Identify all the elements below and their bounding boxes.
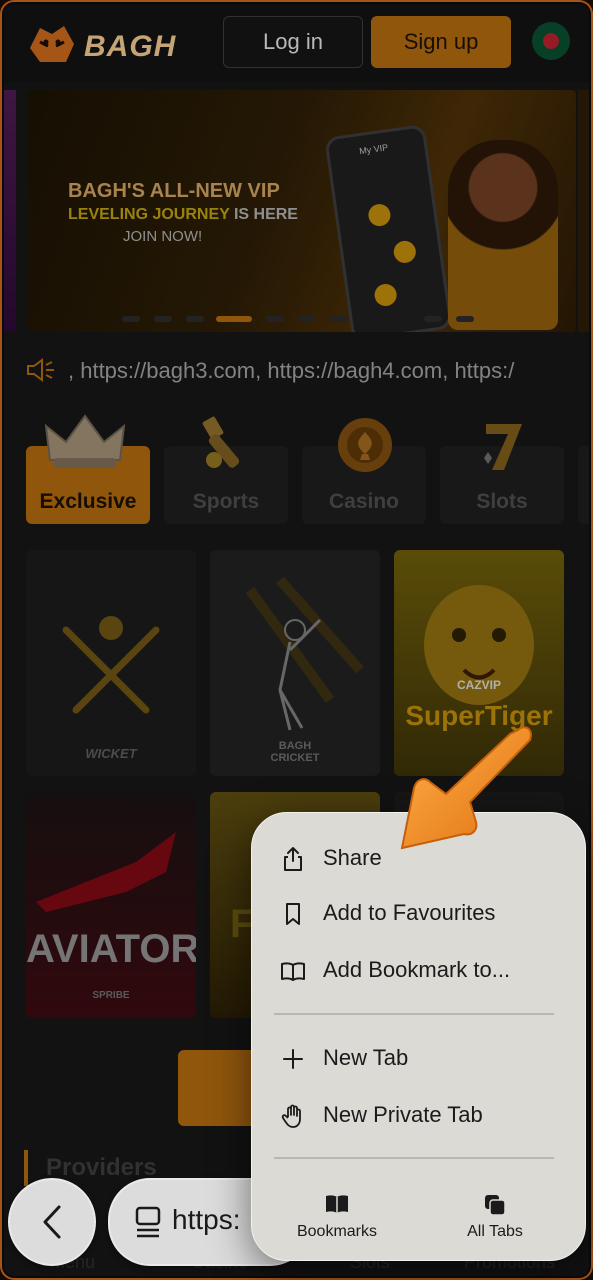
bagh-logo[interactable]: BAGH <box>26 18 175 68</box>
game-brand-cazvip: CAZVIP <box>456 678 501 692</box>
category-tabs: Exclusive Sports Casino Slots <box>4 404 589 534</box>
browser-context-menu: Share Add to Favourites Add Bookmark to.… <box>251 812 586 1261</box>
phone-illustration: My VIP <box>324 123 453 332</box>
menu-item-add-to-favourites[interactable]: Add to Favourites <box>252 888 585 938</box>
tabs-icon <box>485 1195 506 1216</box>
book-open-icon <box>281 962 305 981</box>
chevron-left-icon <box>43 1205 61 1239</box>
logo-text: BAGH <box>84 30 177 63</box>
site-header: BAGH Log in Sign up <box>4 4 589 82</box>
share-icon <box>284 847 302 871</box>
hand-icon <box>281 1104 301 1128</box>
banner-next-slide <box>578 90 589 332</box>
marquee-text: , https://bagh3.com, https://bagh4.com, … <box>68 358 515 383</box>
speaker-icon <box>27 358 54 382</box>
character-illustration <box>448 140 558 330</box>
game-brand-spribe: SPRIBE <box>92 990 130 1001</box>
game-tile-aviator[interactable]: AVIATOR SPRIBE <box>26 792 196 1018</box>
menu-all-tabs-button[interactable]: All Tabs <box>430 1189 560 1249</box>
banner-cta-text: JOIN NOW! <box>123 228 203 245</box>
url-text: https: <box>172 1204 241 1235</box>
tab-more-partial[interactable] <box>578 446 589 524</box>
tiger-head-icon <box>30 26 74 62</box>
game-tile-wicket[interactable]: WICKET <box>26 550 196 776</box>
menu-item-new-tab[interactable]: New Tab <box>252 1033 585 1083</box>
back-button[interactable] <box>8 1178 96 1266</box>
game-title-wicket: WICKET <box>85 746 137 761</box>
bookmark-icon <box>286 903 300 925</box>
game-title-bagh-cricket: BAGH CRICKET <box>270 740 320 764</box>
login-button[interactable]: Log in <box>223 16 363 68</box>
banner-prev-slide <box>4 90 16 332</box>
signup-button[interactable]: Sign up <box>371 16 511 68</box>
casino-chip-icon <box>338 418 392 472</box>
menu-separator <box>274 1013 554 1015</box>
cricket-bat-icon <box>202 416 240 468</box>
slot-seven-icon <box>484 424 522 470</box>
menu-bookmarks-button[interactable]: Bookmarks <box>272 1189 402 1249</box>
banner-subline: LEVELING JOURNEY IS HERE <box>68 206 298 223</box>
game-tile-bagh-cricket[interactable]: BAGH CRICKET <box>210 550 380 776</box>
page-menu-icon <box>135 1206 161 1238</box>
promo-banner[interactable]: BAGH'S ALL-NEW VIP LEVELING JOURNEY IS H… <box>4 90 589 332</box>
crossed-bats-icon <box>62 616 160 714</box>
language-flag-icon[interactable] <box>532 22 570 60</box>
carousel-dot-active[interactable] <box>216 316 252 322</box>
book-icon <box>326 1195 348 1213</box>
carousel-dots <box>4 316 589 326</box>
menu-item-new-private-tab[interactable]: New Private Tab <box>252 1090 585 1140</box>
banner-headline: BAGH'S ALL-NEW VIP <box>68 180 280 202</box>
crown-icon <box>44 414 126 468</box>
banner-slide: BAGH'S ALL-NEW VIP LEVELING JOURNEY IS H… <box>28 90 576 332</box>
game-title-aviator: AVIATOR <box>26 927 196 971</box>
pointer-arrow-icon <box>400 726 532 850</box>
announcement-marquee: , https://bagh3.com, https://bagh4.com, … <box>4 350 589 390</box>
menu-item-add-bookmark[interactable]: Add Bookmark to... <box>252 945 585 995</box>
plane-icon <box>36 832 176 912</box>
plus-icon <box>283 1049 303 1069</box>
menu-separator <box>274 1157 554 1159</box>
